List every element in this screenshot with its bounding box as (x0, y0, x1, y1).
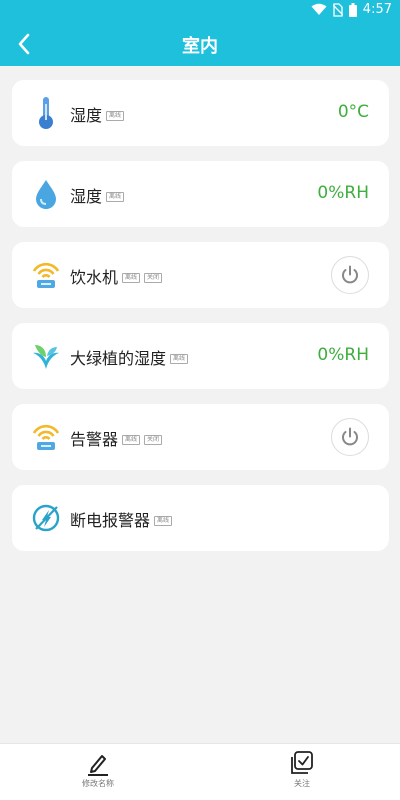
chevron-left-icon (18, 33, 30, 55)
device-name: 饮水机 (70, 268, 119, 287)
device-name: 大绿植的湿度 (70, 349, 167, 368)
thermometer-icon (31, 97, 61, 129)
device-list: 湿度 离线 0°C 湿度 离线 0%RH 饮水机 离线 关闭 大绿植的湿度 离线… (12, 80, 389, 566)
plant-icon (31, 340, 61, 372)
back-button[interactable] (8, 28, 40, 60)
power-off-icon (31, 502, 61, 534)
switch-state-badge: 关闭 (144, 273, 163, 283)
follow-label: 关注 (294, 779, 310, 788)
status-badge: 离线 (106, 111, 125, 121)
water-drop-icon (31, 178, 61, 210)
rename-label: 修改名称 (82, 779, 114, 788)
device-name: 告警器 (70, 430, 119, 449)
switch-state-badge: 关闭 (144, 435, 163, 445)
wifi-router-icon (31, 421, 61, 453)
device-card-plant-humidity[interactable]: 大绿植的湿度 离线 0%RH (12, 323, 389, 389)
status-badge: 离线 (122, 435, 141, 445)
no-sim-icon (332, 2, 343, 17)
device-card-water-dispenser[interactable]: 饮水机 离线 关闭 (12, 242, 389, 308)
app-header: 室内 (0, 22, 400, 66)
device-name: 湿度 (70, 187, 103, 206)
page-title: 室内 (182, 36, 218, 57)
device-value: 0%RH (317, 183, 369, 203)
device-card-power-failure-alarm[interactable]: 断电报警器 离线 (12, 485, 389, 551)
power-icon (342, 427, 358, 446)
wifi-router-icon (31, 259, 61, 291)
device-card-humidity[interactable]: 湿度 离线 0%RH (12, 161, 389, 227)
status-badge: 离线 (154, 516, 173, 526)
status-badge: 离线 (106, 192, 125, 202)
power-toggle-button[interactable] (331, 256, 369, 294)
status-time: 4:57 (362, 2, 392, 17)
battery-icon (348, 2, 357, 17)
status-badge: 离线 (170, 354, 189, 364)
edit-pencil-icon (88, 755, 108, 776)
device-value: 0%RH (317, 345, 369, 365)
follow-checkbox-icon (291, 751, 313, 774)
status-bar: 4:57 (0, 0, 400, 22)
device-name: 湿度 (70, 106, 103, 125)
device-card-temperature[interactable]: 湿度 离线 0°C (12, 80, 389, 146)
device-value: 0°C (337, 102, 369, 122)
status-badge: 离线 (122, 273, 141, 283)
power-toggle-button[interactable] (331, 418, 369, 456)
follow-button[interactable]: 关注 (262, 750, 342, 789)
rename-button[interactable]: 修改名称 (58, 750, 138, 789)
bottom-toolbar: 修改名称 关注 (0, 743, 400, 800)
device-name: 断电报警器 (70, 511, 151, 530)
wifi-icon (311, 3, 327, 16)
power-icon (342, 265, 358, 284)
device-card-alarm[interactable]: 告警器 离线 关闭 (12, 404, 389, 470)
